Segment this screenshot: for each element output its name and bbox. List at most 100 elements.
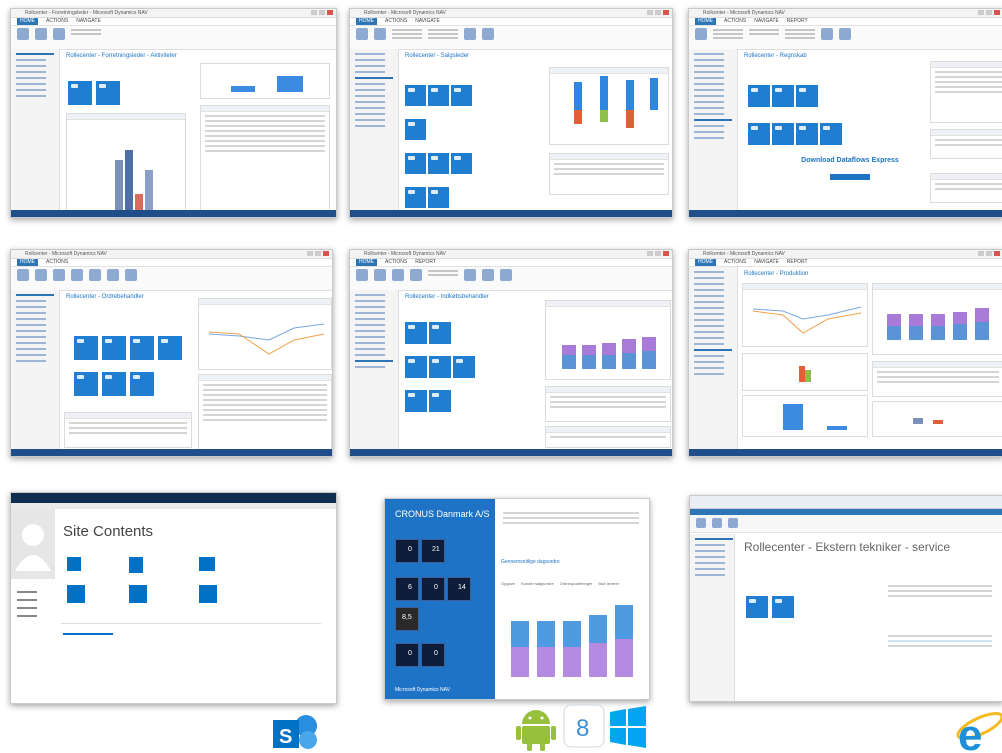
ribbon <box>11 26 336 50</box>
navigation-pane[interactable] <box>689 267 738 449</box>
activity-tile[interactable] <box>451 153 472 174</box>
cue-tile[interactable]: 0 <box>395 643 419 667</box>
cue-tile[interactable]: 0 <box>421 577 445 601</box>
activity-tile[interactable] <box>405 153 426 174</box>
sharepoint-logo-icon: S <box>273 715 317 749</box>
cue-tile[interactable]: 8,5 <box>395 607 419 631</box>
app-tile[interactable] <box>129 585 147 603</box>
download-banner[interactable]: Download Dataflows Express <box>790 157 910 199</box>
nav-tablet-client-screenshot: CRONUS Danmark A/S 0 21 6 0 14 8,5 0 0 M… <box>384 498 650 700</box>
activity-tile[interactable] <box>428 85 449 106</box>
window-title: Rollcenter - Forretningsleder - Microsof… <box>25 10 148 16</box>
navigation-pane[interactable] <box>11 290 60 449</box>
navigation-pane[interactable] <box>690 534 735 701</box>
activity-tile[interactable] <box>451 85 472 106</box>
line-chart-panel <box>198 298 332 370</box>
app-tile[interactable] <box>199 557 215 571</box>
line-chart <box>752 306 862 334</box>
list-panel <box>930 61 1002 123</box>
page-header: Rollecenter - Forretningsleder - Aktivit… <box>66 53 177 59</box>
cue-tile[interactable]: 14 <box>447 577 471 601</box>
line-chart-panel <box>742 283 868 347</box>
navigation-pane[interactable] <box>689 49 738 210</box>
window-title: Rollcenter - Microsoft Dynamics NAV <box>364 10 446 16</box>
activity-tile[interactable] <box>96 81 120 105</box>
page-title: Site Contents <box>63 523 154 540</box>
company-name: CRONUS Danmark A/S <box>395 509 490 519</box>
window-title: Rollcenter - Microsoft Dynamics NAV <box>364 251 446 257</box>
person-icon <box>15 524 51 571</box>
app-tile[interactable] <box>67 585 85 603</box>
navigation-pane[interactable] <box>11 49 60 210</box>
app-tile[interactable] <box>129 557 143 573</box>
chart-panel <box>742 395 868 437</box>
activity-tile[interactable] <box>130 336 154 360</box>
app-tile[interactable] <box>199 585 217 603</box>
activity-tile[interactable] <box>796 85 818 107</box>
cue-tile[interactable]: 0 <box>421 643 445 667</box>
activity-tile[interactable] <box>746 596 768 618</box>
activity-tile[interactable] <box>74 336 98 360</box>
activity-tile[interactable] <box>405 322 427 344</box>
activity-tile[interactable] <box>748 85 770 107</box>
activity-tile[interactable] <box>453 356 475 378</box>
page-header: Rollecenter - Indkøbsbehandler <box>405 294 489 300</box>
list-panel <box>499 509 643 549</box>
nav-windows-client-screenshot-1: Rollcenter - Forretningsleder - Microsof… <box>10 8 337 218</box>
nav-windows-client-screenshot-2: Rollcenter - Microsoft Dynamics NAV HOME… <box>349 8 673 218</box>
close-icon[interactable] <box>327 10 333 15</box>
close-icon[interactable] <box>663 10 669 15</box>
cue-tile[interactable]: 21 <box>421 539 445 563</box>
activity-tile[interactable] <box>429 390 451 412</box>
activity-tile[interactable] <box>796 123 818 145</box>
activity-tile[interactable] <box>405 85 426 106</box>
activity-tile[interactable] <box>102 372 126 396</box>
list-panel <box>200 105 330 215</box>
internet-explorer-logo-icon: e <box>956 711 1002 753</box>
ribbon-tabs: HOME ACTIONS NAVIGATE <box>11 18 336 26</box>
window-title: Rollcenter - Microsoft Dynamics NAV <box>25 251 107 257</box>
activity-tile[interactable] <box>68 81 92 105</box>
cue-tile[interactable]: 6 <box>395 577 419 601</box>
activity-tile[interactable] <box>158 336 182 360</box>
activity-tile[interactable] <box>429 356 451 378</box>
activity-tile[interactable] <box>429 322 451 344</box>
activity-tile[interactable] <box>74 372 98 396</box>
activity-tile[interactable] <box>428 153 449 174</box>
activity-tile[interactable] <box>405 356 427 378</box>
activity-tile[interactable] <box>772 85 794 107</box>
nav-windows-client-screenshot-3: Rollcenter - Microsoft Dynamics NAV HOME… <box>688 8 1002 218</box>
activity-tile[interactable] <box>102 336 126 360</box>
chart-panel <box>66 113 186 211</box>
chart-panel <box>200 63 330 99</box>
activity-tile[interactable] <box>748 123 770 145</box>
list-panel <box>64 412 192 448</box>
footer-brand: Microsoft Dynamics NAV <box>395 687 450 693</box>
nav-windows-client-screenshot-6: Rollcenter - Microsoft Dynamics NAV HOME… <box>688 249 1002 457</box>
stacked-chart-panel <box>872 283 1002 355</box>
stacked-chart-panel <box>545 300 671 380</box>
page-header: Rollecenter - Salgsleder <box>405 53 470 59</box>
navigation-pane[interactable] <box>350 290 399 449</box>
activity-tile[interactable] <box>405 187 426 208</box>
app-tile[interactable] <box>67 557 81 571</box>
chart-panel <box>872 401 1002 437</box>
android-logo-icon <box>516 710 556 751</box>
cue-tile[interactable]: 0 <box>395 539 419 563</box>
activity-tile[interactable] <box>772 123 794 145</box>
tablet-nav-pane: CRONUS Danmark A/S 0 21 6 0 14 8,5 0 0 M… <box>385 499 495 699</box>
activity-tile[interactable] <box>428 187 449 208</box>
activity-tile[interactable] <box>130 372 154 396</box>
list-panel <box>884 632 996 666</box>
status-bar <box>11 210 336 217</box>
browser-chrome <box>690 496 1002 509</box>
activity-tile[interactable] <box>405 119 426 140</box>
activity-tile[interactable] <box>772 596 794 618</box>
navigation-pane[interactable] <box>350 49 399 210</box>
activity-tile[interactable] <box>405 390 427 412</box>
svg-text:8: 8 <box>576 715 589 742</box>
activity-tile[interactable] <box>820 123 842 145</box>
list-panel <box>545 386 671 422</box>
left-nav[interactable] <box>13 585 53 623</box>
page-title: Rollecenter - Ekstern tekniker - service <box>744 540 951 554</box>
